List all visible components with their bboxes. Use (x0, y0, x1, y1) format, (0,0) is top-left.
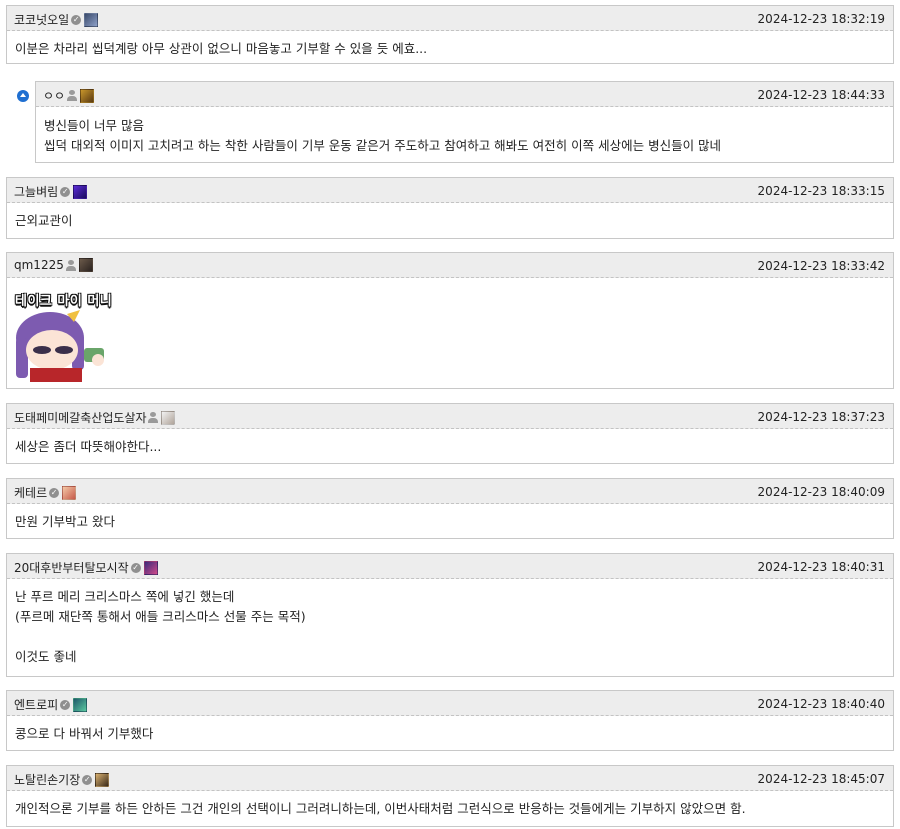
user-icon (95, 772, 110, 787)
comment: 케테르 ✓ 2024-12-23 18:40:09 만원 기부박고 왔다 (6, 478, 894, 539)
comment: qm1225 2024-12-23 18:33:42 (6, 252, 894, 389)
comment: 코코넛오일 ✓ 2024-12-23 18:32:19 이분은 차라리 씹덕계랑… (6, 5, 894, 64)
author-nickname[interactable]: ㅇㅇ (43, 87, 65, 104)
user-icon (62, 485, 77, 500)
verified-icon: ✓ (130, 562, 141, 573)
verified-icon: ✓ (60, 186, 71, 197)
author-nickname[interactable]: qm1225 (14, 258, 64, 272)
comment-text: 근외교관이 (15, 213, 73, 228)
author-nickname[interactable]: 20대후반부터탈모시작 (14, 559, 129, 576)
user-icon (84, 12, 99, 27)
comment: 노탈린손기장 ✓ 2024-12-23 18:45:07 개인적으론 기부를 하… (6, 765, 894, 827)
user-icon (73, 184, 88, 199)
comment-text: 개인적으론 기부를 하든 안하든 그건 개인의 선택이니 그러려니하는데, 이번… (15, 801, 746, 816)
verified-icon: ✓ (60, 699, 71, 710)
comment-timestamp: 2024-12-23 18:32:19 (757, 12, 885, 26)
comment: 엔트로피 ✓ 2024-12-23 18:40:40 콩으로 다 바꿔서 기부했… (6, 690, 894, 751)
author-nickname[interactable]: 노탈린손기장 (14, 771, 80, 788)
reply-comment: ㅇㅇ 2024-12-23 18:44:33 병신들이 너무 많음 씹덕 대외적… (35, 81, 894, 163)
comment-header: 엔트로피 ✓ 2024-12-23 18:40:40 (7, 691, 893, 716)
comment-header: 20대후반부터탈모시작 ✓ 2024-12-23 18:40:31 (7, 554, 893, 579)
comment-timestamp: 2024-12-23 18:44:33 (757, 88, 885, 102)
comment-text: 씹덕 대외적 이미지 고치려고 하는 착한 사람들이 기부 운동 같은거 주도하… (44, 138, 722, 153)
comment-header: 도태페미메갈축산업도살자 2024-12-23 18:37:23 (7, 404, 893, 429)
comment-timestamp: 2024-12-23 18:40:40 (757, 697, 885, 711)
comment: 20대후반부터탈모시작 ✓ 2024-12-23 18:40:31 난 푸르 메… (6, 553, 894, 677)
author-nickname[interactable]: 도태페미메갈축산업도살자 (14, 409, 146, 426)
user-icon (143, 560, 158, 575)
guest-user-icon (65, 259, 76, 271)
comment-text: 세상은 좀더 따뜻해야한다... (15, 439, 162, 454)
comment-text: 이분은 차라리 씹덕계랑 아무 상관이 없으니 마음놓고 기부할 수 있을 듯 … (15, 41, 428, 56)
author-nickname[interactable]: 그늘벼림 (14, 183, 58, 200)
comment-text: 난 푸르 메리 크리스마스 쪽에 넣긴 했는데 (15, 589, 235, 604)
sticker-caption: 테이크 마이 머니 (15, 294, 113, 309)
comment: 도태페미메갈축산업도살자 2024-12-23 18:37:23 세상은 좀더 … (6, 403, 894, 464)
user-icon (80, 88, 95, 103)
verified-icon: ✓ (49, 487, 60, 498)
comment-header: ㅇㅇ 2024-12-23 18:44:33 (36, 82, 893, 107)
comment-header: 케테르 ✓ 2024-12-23 18:40:09 (7, 479, 893, 504)
comment-timestamp: 2024-12-23 18:33:15 (757, 184, 885, 198)
comment-header: 노탈린손기장 ✓ 2024-12-23 18:45:07 (7, 766, 893, 791)
author-nickname[interactable]: 코코넛오일 (14, 11, 69, 28)
sticker-image (16, 310, 104, 382)
comment-timestamp: 2024-12-23 18:37:23 (757, 410, 885, 424)
comment-header: 그늘벼림 ✓ 2024-12-23 18:33:15 (7, 178, 893, 203)
comment-text: 만원 기부박고 왔다 (15, 514, 115, 529)
guest-user-icon (67, 90, 78, 101)
user-icon (161, 410, 176, 425)
comment-header: 코코넛오일 ✓ 2024-12-23 18:32:19 (7, 6, 893, 31)
comment-text: 이것도 좋네 (15, 649, 77, 664)
verified-icon: ✓ (71, 14, 82, 25)
guest-user-icon (148, 412, 159, 423)
comment: 그늘벼림 ✓ 2024-12-23 18:33:15 근외교관이 (6, 177, 894, 239)
reply-arrow-icon (17, 90, 29, 102)
author-nickname[interactable]: 엔트로피 (14, 696, 58, 713)
verified-icon: ✓ (82, 774, 93, 785)
comment-timestamp: 2024-12-23 18:40:09 (757, 485, 885, 499)
comment-text: 병신들이 너무 많음 (44, 118, 144, 133)
comment-text: 콩으로 다 바꿔서 기부했다 (15, 726, 154, 741)
comment-header: qm1225 2024-12-23 18:33:42 (7, 253, 893, 278)
user-icon (73, 697, 88, 712)
comment-timestamp: 2024-12-23 18:33:42 (757, 259, 885, 273)
comment-text (15, 627, 885, 647)
user-icon (78, 258, 93, 272)
comment-timestamp: 2024-12-23 18:40:31 (757, 560, 885, 574)
comment-text: (푸르메 재단쪽 통해서 애들 크리스마스 선물 주는 목적) (15, 609, 306, 624)
comment-timestamp: 2024-12-23 18:45:07 (757, 772, 885, 786)
author-nickname[interactable]: 케테르 (14, 484, 47, 501)
